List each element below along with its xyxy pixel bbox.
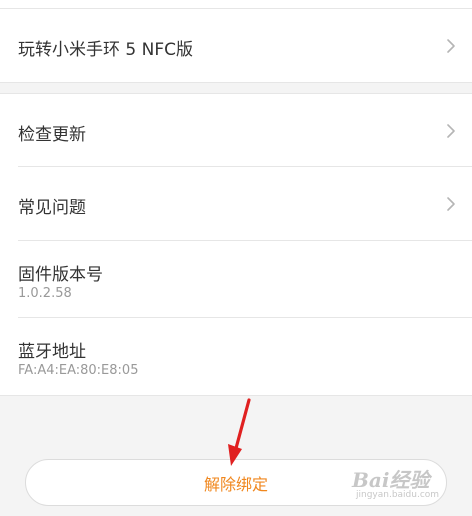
chevron-right-icon bbox=[447, 124, 455, 138]
top-settings-group: 玩转小米手环 5 NFC版 bbox=[0, 0, 472, 83]
chevron-right-icon bbox=[447, 197, 455, 211]
guide-row[interactable]: 玩转小米手环 5 NFC版 bbox=[0, 9, 472, 82]
faq-row[interactable]: 常见问题 bbox=[0, 167, 472, 241]
watermark-sub: jingyan.baidu.com bbox=[356, 490, 440, 500]
watermark: Bai经验 jingyan.baidu.com bbox=[352, 458, 464, 510]
guide-label: 玩转小米手环 5 NFC版 bbox=[18, 40, 193, 60]
unbind-button-label: 解除绑定 bbox=[203, 474, 268, 494]
faq-label: 常见问题 bbox=[18, 198, 86, 218]
bluetooth-address-value: FA:A4:EA:80:E8:05 bbox=[18, 363, 139, 378]
check-update-label: 检查更新 bbox=[18, 125, 86, 145]
red-arrow-annotation-icon bbox=[228, 398, 251, 466]
firmware-version-label: 固件版本号 bbox=[18, 265, 103, 285]
info-settings-group: 检查更新 常见问题 固件版本号 1.0.2.58 蓝牙地址 FA:A4:EA:8… bbox=[0, 93, 472, 396]
check-update-row[interactable]: 检查更新 bbox=[0, 94, 472, 167]
bluetooth-address-row: 蓝牙地址 FA:A4:EA:80:E8:05 bbox=[0, 318, 472, 395]
chevron-right-icon bbox=[447, 39, 455, 53]
firmware-version-value: 1.0.2.58 bbox=[18, 286, 72, 301]
firmware-version-row: 固件版本号 1.0.2.58 bbox=[0, 241, 472, 318]
bluetooth-address-label: 蓝牙地址 bbox=[18, 342, 86, 362]
watermark-main: Bai经验 bbox=[352, 468, 430, 492]
